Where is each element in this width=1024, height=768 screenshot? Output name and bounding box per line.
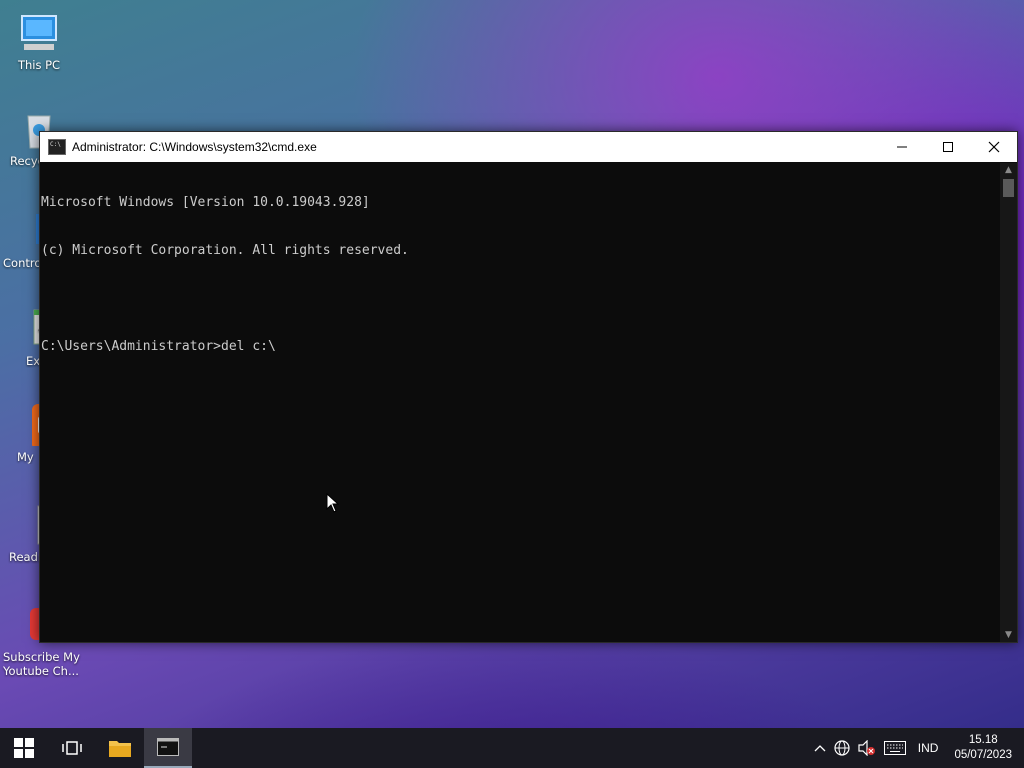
- console-line: (c) Microsoft Corporation. All rights re…: [41, 243, 409, 258]
- minimize-button[interactable]: [879, 132, 925, 162]
- minimize-icon: [897, 146, 907, 148]
- clock-date: 05/07/2023: [954, 749, 1012, 761]
- maximize-button[interactable]: [925, 132, 971, 162]
- scroll-thumb[interactable]: [1003, 179, 1014, 197]
- scroll-up-icon[interactable]: ▲: [1000, 163, 1017, 177]
- cmd-window[interactable]: Administrator: C:\Windows\system32\cmd.e…: [39, 131, 1018, 643]
- cmd-icon: [48, 139, 66, 155]
- touch-keyboard-button[interactable]: [880, 728, 910, 768]
- window-titlebar[interactable]: Administrator: C:\Windows\system32\cmd.e…: [40, 132, 1017, 162]
- cmd-icon: [157, 738, 179, 756]
- close-icon: [988, 141, 1000, 153]
- show-hidden-icons-button[interactable]: [810, 728, 830, 768]
- speaker-muted-icon: [858, 740, 875, 756]
- mouse-cursor-icon: [326, 492, 340, 517]
- volume-button[interactable]: [854, 728, 880, 768]
- desktop-icon-label: This PC: [17, 58, 61, 72]
- language-indicator[interactable]: IND: [910, 728, 947, 768]
- console-scrollbar[interactable]: ▲ ▼: [1000, 163, 1017, 642]
- computer-icon: [18, 12, 60, 54]
- cmd-taskbar-button[interactable]: [144, 728, 192, 768]
- scroll-down-icon[interactable]: ▼: [1000, 628, 1017, 642]
- desktop-icon-label: Contro: [3, 256, 41, 270]
- maximize-icon: [943, 142, 953, 152]
- chevron-up-icon: [814, 745, 826, 752]
- system-tray: IND 15.18 05/07/2023: [810, 728, 1024, 768]
- start-button[interactable]: [0, 728, 48, 768]
- clock[interactable]: 15.18 05/07/2023: [946, 733, 1024, 763]
- console-prompt-line: C:\Users\Administrator>del c:\: [41, 339, 276, 354]
- window-title: Administrator: C:\Windows\system32\cmd.e…: [72, 140, 317, 154]
- desktop-icon-label: Subscribe My Youtube Ch...: [3, 650, 80, 678]
- keyboard-icon: [883, 741, 906, 755]
- folder-icon: [109, 741, 131, 757]
- windows-logo-icon: [14, 738, 34, 758]
- task-view-button[interactable]: [48, 728, 96, 768]
- task-view-icon: [62, 741, 82, 755]
- clock-time: 15.18: [968, 734, 998, 746]
- console-line: Microsoft Windows [Version 10.0.19043.92…: [41, 195, 370, 210]
- desktop-icon-this-pc[interactable]: This PC: [0, 12, 78, 72]
- globe-icon: [834, 740, 850, 756]
- console-output[interactable]: Microsoft Windows [Version 10.0.19043.92…: [40, 163, 1000, 642]
- close-button[interactable]: [971, 132, 1017, 162]
- taskbar: IND 15.18 05/07/2023: [0, 728, 1024, 768]
- file-explorer-button[interactable]: [96, 728, 144, 768]
- network-button[interactable]: [830, 728, 854, 768]
